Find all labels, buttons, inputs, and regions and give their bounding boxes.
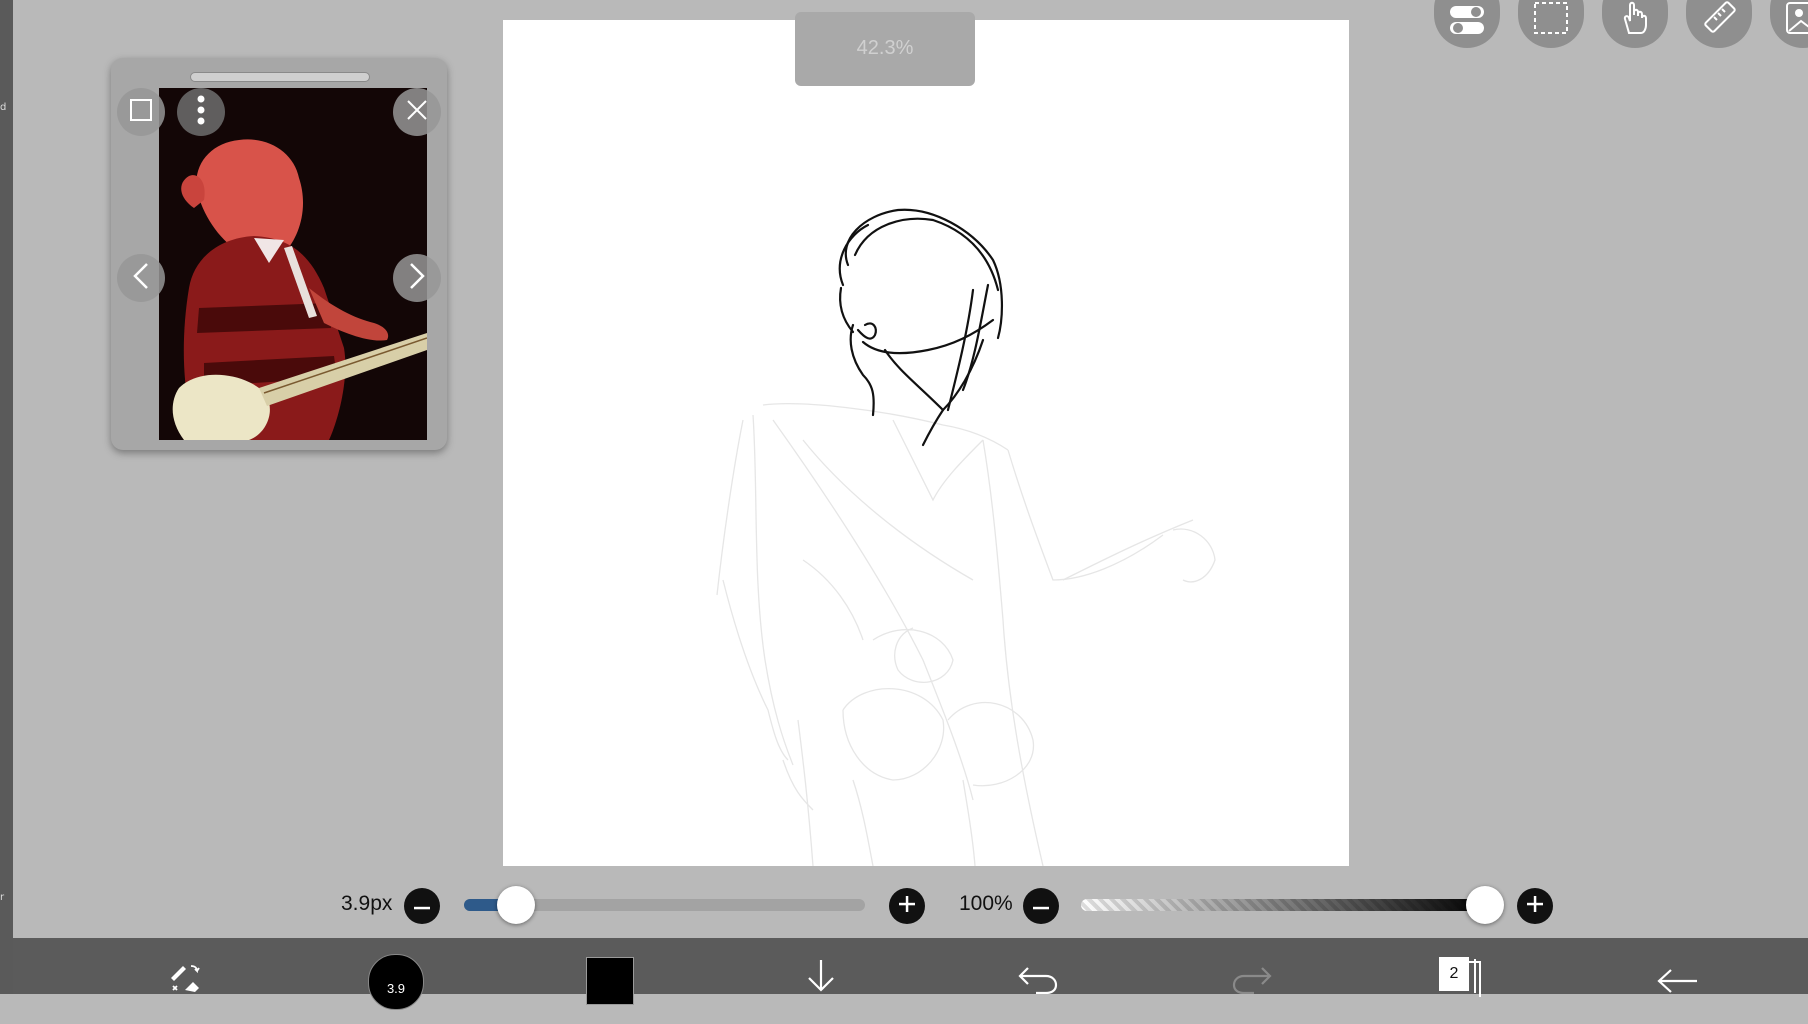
ruler-button[interactable]	[1686, 0, 1752, 48]
reference-menu-button[interactable]	[177, 88, 225, 136]
download-button[interactable]	[796, 938, 846, 1016]
edge-mark: d	[0, 102, 7, 113]
undo-icon	[1018, 966, 1058, 999]
opacity-slider-knob[interactable]	[1466, 886, 1504, 924]
square-icon	[129, 98, 153, 127]
prev-icon	[131, 262, 151, 295]
image-button[interactable]	[1770, 0, 1808, 48]
layers-button[interactable]: 2	[1437, 938, 1487, 1013]
minus-icon	[1033, 897, 1049, 915]
next-icon	[407, 262, 427, 295]
size-decrease-button[interactable]	[404, 888, 440, 924]
edge-mark: r	[0, 892, 5, 903]
plus-icon	[1527, 895, 1543, 917]
color-button[interactable]	[585, 938, 635, 1013]
brush-size-label: 3.9px	[341, 892, 393, 915]
layer-toggle-icon	[1449, 5, 1485, 40]
reference-close-button[interactable]	[393, 88, 441, 136]
reference-photo	[159, 88, 427, 440]
hand-icon	[1617, 0, 1653, 40]
redo-icon	[1232, 966, 1272, 999]
pen-eraser-icon	[165, 962, 209, 999]
pen-eraser-button[interactable]	[157, 938, 217, 1018]
layer-count: 2	[1439, 957, 1469, 991]
size-slider-knob[interactable]	[497, 886, 535, 924]
reference-prev-button[interactable]	[117, 254, 165, 302]
image-icon	[1785, 1, 1808, 40]
ruler-icon	[1700, 0, 1738, 40]
layer-toggle-button[interactable]	[1434, 0, 1500, 48]
plus-icon	[899, 895, 915, 917]
selection-button[interactable]	[1518, 0, 1584, 48]
opacity-label: 100%	[959, 892, 1013, 915]
download-icon	[801, 960, 841, 999]
more-icon	[197, 95, 205, 130]
bottom-toolbar: 3.9 2	[13, 938, 1808, 1010]
hand-tool-button[interactable]	[1602, 0, 1668, 48]
zoom-indicator: 42.3%	[795, 12, 975, 86]
redo-button[interactable]	[1227, 938, 1277, 1022]
back-icon	[1657, 968, 1699, 999]
size-increase-button[interactable]	[889, 888, 925, 924]
drawing-canvas[interactable]	[503, 20, 1349, 866]
close-icon	[405, 98, 429, 127]
opacity-slider-track[interactable]	[1081, 899, 1485, 911]
reference-next-button[interactable]	[393, 254, 441, 302]
minus-icon	[414, 897, 430, 915]
sketch-layer	[716, 208, 1216, 866]
reference-fit-button[interactable]	[117, 88, 165, 136]
undo-button[interactable]	[1013, 938, 1063, 1022]
left-edge-strip: d r	[0, 0, 13, 994]
brush-size-button[interactable]: 3.9	[368, 938, 424, 1010]
selection-icon	[1533, 1, 1569, 40]
brush-size-icon: 3.9	[368, 954, 424, 1010]
layers-icon: 2	[1439, 957, 1485, 997]
back-button[interactable]	[1653, 938, 1703, 1024]
opacity-decrease-button[interactable]	[1023, 888, 1059, 924]
opacity-increase-button[interactable]	[1517, 888, 1553, 924]
color-swatch	[586, 957, 634, 1005]
reference-window[interactable]	[111, 58, 447, 450]
reference-drag-handle[interactable]	[190, 72, 370, 82]
